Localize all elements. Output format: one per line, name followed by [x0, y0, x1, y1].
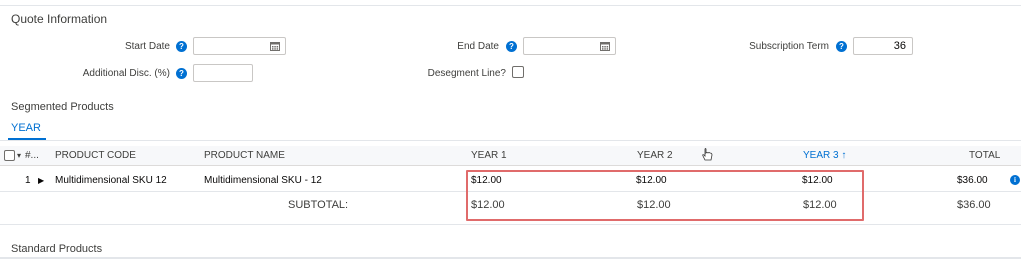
col-header-product-name[interactable]: PRODUCT NAME	[204, 150, 285, 161]
additional-disc-help-icon[interactable]: ?	[176, 68, 187, 79]
tab-rule	[0, 140, 1021, 141]
calendar-icon[interactable]	[270, 41, 280, 51]
col-header-year1[interactable]: YEAR 1	[471, 150, 507, 161]
product-name-cell: Multidimensional SKU - 12	[204, 175, 322, 186]
subtotal-total: $36.00	[957, 199, 991, 211]
total-cell: $36.00	[957, 175, 988, 186]
end-date-help-icon[interactable]: ?	[506, 41, 517, 52]
desegment-line-label: Desegment Line?	[427, 68, 506, 79]
subtotal-separator	[0, 224, 1021, 225]
top-border	[0, 0, 1021, 6]
start-date-input[interactable]	[193, 37, 286, 55]
segmented-products-title: Segmented Products	[11, 101, 114, 113]
select-all-menu-icon[interactable]: ▾	[17, 151, 21, 160]
col-header-rownum[interactable]: #...	[25, 150, 39, 161]
select-all-checkbox[interactable]	[4, 150, 15, 161]
tab-year[interactable]: YEAR	[11, 122, 41, 134]
desegment-line-checkbox[interactable]	[512, 66, 524, 78]
subscription-term-help-icon[interactable]: ?	[836, 41, 847, 52]
col-header-total[interactable]: TOTAL	[969, 150, 1000, 161]
end-date-input[interactable]	[523, 37, 616, 55]
subtotal-label: SUBTOTAL:	[288, 199, 349, 211]
expand-row-icon[interactable]: ▶	[38, 176, 44, 185]
start-date-label: Start Date	[124, 41, 170, 52]
row-number: 1	[25, 175, 31, 186]
section-title-quote-information: Quote Information	[11, 12, 108, 26]
standard-products-title: Standard Products	[11, 243, 103, 255]
hand-cursor-icon	[702, 148, 713, 161]
additional-disc-label: Additional Disc. (%)	[82, 68, 170, 79]
calendar-icon[interactable]	[600, 41, 610, 51]
info-icon[interactable]: i	[1010, 175, 1020, 185]
start-date-help-icon[interactable]: ?	[176, 41, 187, 52]
col-header-product-code[interactable]: PRODUCT CODE	[55, 150, 136, 161]
subscription-term-label: Subscription Term	[749, 41, 829, 52]
highlight-box	[466, 170, 864, 221]
col-header-year3[interactable]: YEAR 3 ↑	[803, 150, 846, 161]
col-header-year2[interactable]: YEAR 2	[637, 150, 673, 161]
table-header	[0, 146, 1021, 166]
product-code-cell: Multidimensional SKU 12	[55, 175, 167, 186]
additional-disc-input[interactable]	[193, 64, 253, 82]
subscription-term-input[interactable]: 36	[853, 37, 913, 55]
end-date-label: End Date	[457, 41, 499, 52]
